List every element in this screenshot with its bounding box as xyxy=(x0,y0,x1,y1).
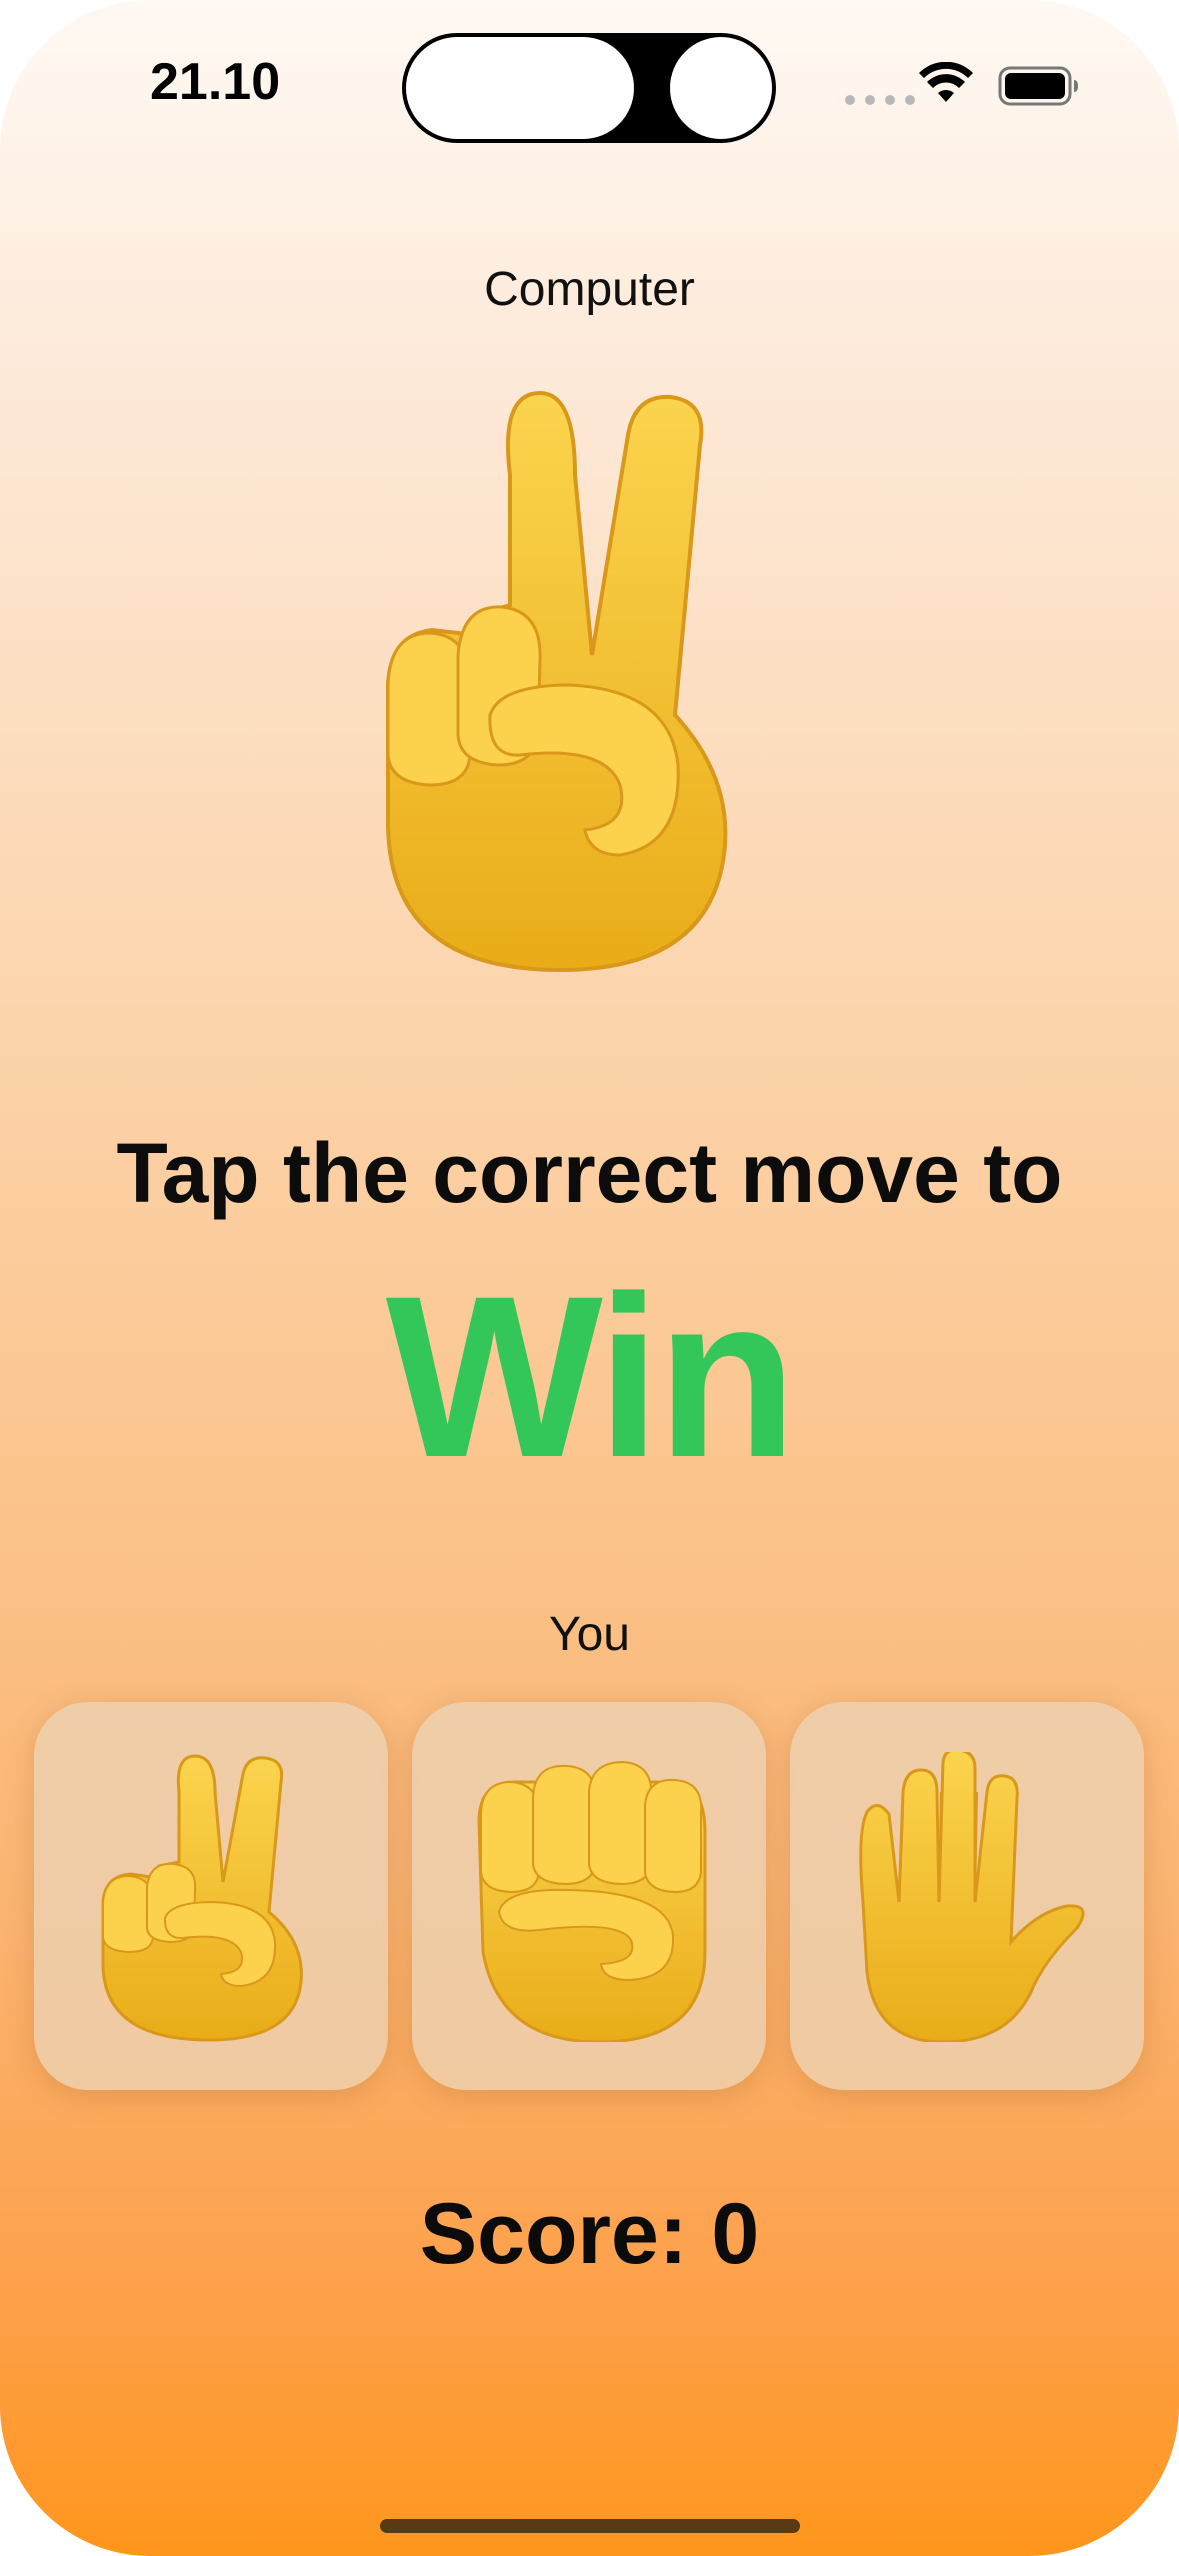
choice-scissors-button[interactable] xyxy=(34,1702,388,2090)
dynamic-island-pill xyxy=(406,37,634,139)
computer-label: Computer xyxy=(484,263,695,316)
goal-text: Win xyxy=(385,1248,797,1505)
raised-fist-icon xyxy=(477,1760,707,2042)
raised-hand-icon xyxy=(859,1752,1085,2042)
wifi-icon xyxy=(919,62,973,102)
player-label: You xyxy=(549,1608,630,1661)
score-text: Score: 0 xyxy=(419,2186,760,2282)
victory-hand-icon xyxy=(386,390,728,973)
home-indicator[interactable] xyxy=(380,2519,800,2533)
dynamic-island xyxy=(402,33,776,143)
instruction-text: Tap the correct move to xyxy=(116,1126,1063,1220)
app-screen: 21.10 Computer Tap the correct move to W… xyxy=(0,0,1179,2556)
status-time: 21.10 xyxy=(150,53,281,111)
signal-dots-icon xyxy=(845,95,915,105)
battery-icon xyxy=(998,66,1078,106)
dynamic-island-dot xyxy=(670,37,772,139)
victory-hand-icon xyxy=(101,1754,303,2042)
choice-rock-button[interactable] xyxy=(412,1702,766,2090)
choice-paper-button[interactable] xyxy=(790,1702,1144,2090)
